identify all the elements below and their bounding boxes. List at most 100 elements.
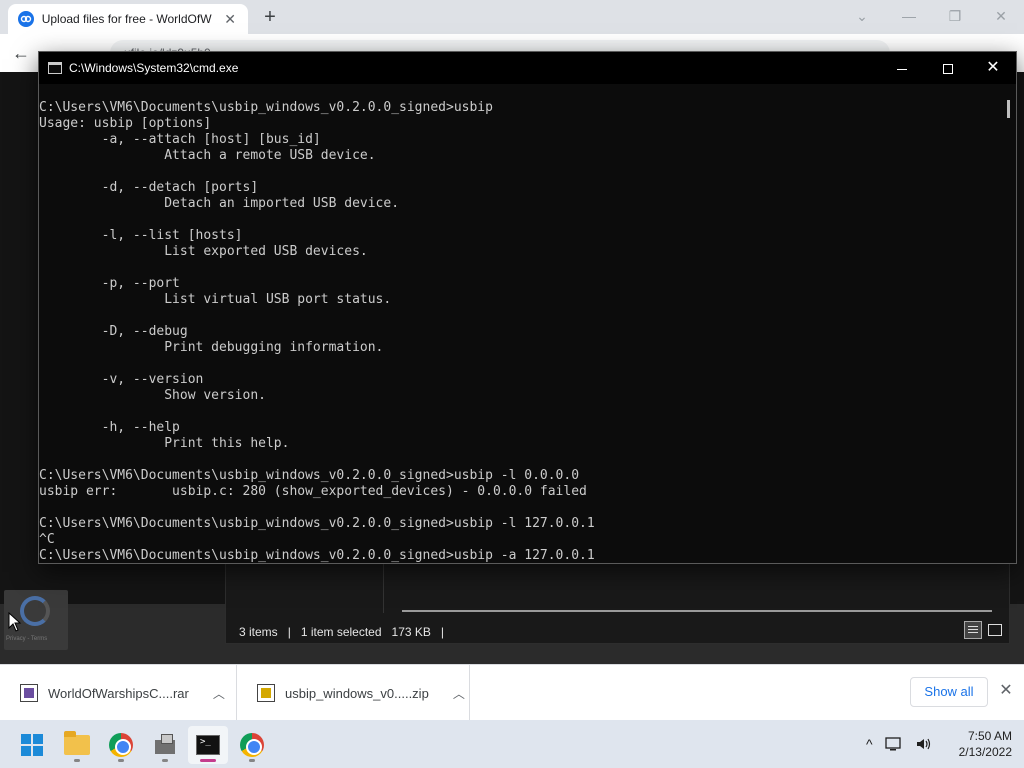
- show-all-downloads-button[interactable]: Show all: [910, 677, 988, 707]
- cmd-maximize-button[interactable]: [925, 52, 971, 84]
- selected-count: 1 item selected: [300, 625, 382, 639]
- tab-close-button[interactable]: ✕: [222, 11, 238, 28]
- console-line: -v, --version: [39, 372, 204, 387]
- close-downloads-bar-button[interactable]: ✕: [996, 681, 1016, 701]
- cmd-title-bar[interactable]: C:\Windows\System32\cmd.exe ✕: [39, 52, 1016, 84]
- taskbar-command-prompt[interactable]: [188, 726, 228, 764]
- console-output[interactable]: C:\Users\VM6\Documents\usbip_windows_v0.…: [39, 100, 999, 564]
- cmd-minimize-button[interactable]: [879, 52, 925, 84]
- download-filename: WorldOfWarshipsC....rar: [48, 685, 189, 701]
- console-line: Print debugging information.: [39, 340, 384, 355]
- cmd-window[interactable]: C:\Windows\System32\cmd.exe ✕ C:\Users\V…: [38, 51, 1017, 564]
- taskbar-clock[interactable]: 7:50 AM 2/13/2022: [946, 728, 1012, 760]
- cmd-window-title: C:\Windows\System32\cmd.exe: [69, 61, 239, 75]
- console-line: -d, --detach [ports]: [39, 180, 259, 195]
- download-filename: usbip_windows_v0.....zip: [285, 685, 429, 701]
- scrollbar-thumb[interactable]: [1007, 100, 1010, 118]
- recaptcha-links: Privacy - Terms: [6, 636, 48, 642]
- browser-restore-button[interactable]: ❐: [943, 6, 967, 26]
- explorer-status-bar: 3 items | 1 item selected 173 KB |: [239, 625, 444, 639]
- console-line: Show version.: [39, 388, 266, 403]
- console-line: -a, --attach [host] [bus_id]: [39, 132, 321, 147]
- chrome-icon: [109, 733, 133, 757]
- system-tray: ^: [866, 720, 933, 768]
- minimize-icon: [897, 68, 907, 70]
- selected-size: 173 KB: [391, 625, 431, 639]
- back-button[interactable]: ←: [10, 42, 32, 64]
- running-indicator: [200, 759, 216, 762]
- status-separator: |: [440, 625, 445, 639]
- recaptcha-logo-icon: [20, 596, 50, 626]
- running-indicator: [118, 759, 124, 762]
- console-line: -l, --list [hosts]: [39, 228, 243, 243]
- console-line: C:\Users\VM6\Documents\usbip_windows_v0.…: [39, 516, 595, 531]
- console-line: -D, --debug: [39, 324, 188, 339]
- show-hidden-icons-chevron-icon[interactable]: ^: [866, 736, 873, 752]
- browser-tab[interactable]: Upload files for free - WorldOfW ✕: [8, 4, 248, 34]
- new-tab-button[interactable]: +: [260, 6, 280, 28]
- details-view-icon[interactable]: [964, 621, 982, 639]
- chrome-icon: [240, 733, 264, 757]
- download-item-rar[interactable]: WorldOfWarshipsC....rar ︿: [0, 665, 237, 721]
- download-item-zip[interactable]: usbip_windows_v0.....zip ︿: [237, 665, 470, 721]
- cmd-close-button[interactable]: ✕: [970, 52, 1016, 84]
- downloads-bar: WorldOfWarshipsC....rar ︿ usbip_windows_…: [0, 664, 1024, 721]
- taskbar: ^ 7:50 AM 2/13/2022: [0, 720, 1024, 768]
- console-line: Attach a remote USB device.: [39, 148, 376, 163]
- taskbar-chrome[interactable]: [232, 726, 272, 764]
- status-separator: |: [287, 625, 291, 639]
- zip-archive-icon: [257, 684, 275, 702]
- console-line: usbip err: usbip.c: 280 (show_exported_d…: [39, 484, 587, 499]
- console-line: Print this help.: [39, 436, 290, 451]
- usb-device-icon: [153, 734, 177, 756]
- network-icon[interactable]: [884, 736, 903, 752]
- taskbar-usb-app[interactable]: [145, 726, 185, 764]
- console-line: Usage: usbip [options]: [39, 116, 212, 131]
- console-app-icon: [48, 62, 62, 74]
- console-line: List exported USB devices.: [39, 244, 368, 259]
- cmd-vertical-scrollbar[interactable]: [1004, 98, 1012, 518]
- console-line: C:\Users\VM6\Documents\usbip_windows_v0.…: [39, 468, 580, 483]
- browser-close-button[interactable]: ✕: [989, 6, 1013, 26]
- taskbar-chrome-profile[interactable]: [101, 726, 141, 764]
- chevron-up-icon[interactable]: ︿: [453, 685, 465, 702]
- large-icons-view-icon[interactable]: [986, 621, 1004, 639]
- running-indicator: [162, 759, 168, 762]
- taskbar-file-explorer[interactable]: [57, 726, 97, 764]
- command-prompt-icon: [196, 735, 220, 755]
- items-count: 3 items: [239, 625, 278, 639]
- volume-icon[interactable]: [915, 736, 933, 752]
- horizontal-scrollbar[interactable]: [402, 610, 992, 612]
- console-line: -h, --help: [39, 420, 180, 435]
- tab-title: Upload files for free - WorldOfW: [41, 12, 212, 26]
- browser-minimize-button[interactable]: —: [897, 6, 921, 26]
- site-favicon-icon: [18, 11, 34, 27]
- running-indicator: [249, 759, 255, 762]
- console-line: List virtual USB port status.: [39, 292, 392, 307]
- console-line: C:\Users\VM6\Documents\usbip_windows_v0.…: [39, 100, 493, 115]
- windows-logo-icon: [21, 734, 43, 756]
- console-line: Detach an imported USB device.: [39, 196, 400, 211]
- clock-time: 7:50 AM: [967, 729, 1012, 743]
- tab-strip: Upload files for free - WorldOfW ✕ + ⌄ —…: [0, 0, 1024, 34]
- maximize-icon: [943, 64, 953, 75]
- chevron-up-icon[interactable]: ︿: [213, 685, 225, 702]
- running-indicator: [74, 759, 80, 762]
- tab-search-button[interactable]: ⌄: [850, 6, 874, 26]
- clock-date: 2/13/2022: [958, 745, 1012, 759]
- rar-archive-icon: [20, 684, 38, 702]
- mouse-cursor-icon: [8, 612, 22, 632]
- console-line: ^C: [39, 532, 55, 547]
- pane-divider: [383, 563, 384, 613]
- start-button[interactable]: [12, 726, 52, 764]
- file-explorer-window: 3 items | 1 item selected 173 KB |: [225, 562, 1010, 644]
- console-line: -p, --port: [39, 276, 180, 291]
